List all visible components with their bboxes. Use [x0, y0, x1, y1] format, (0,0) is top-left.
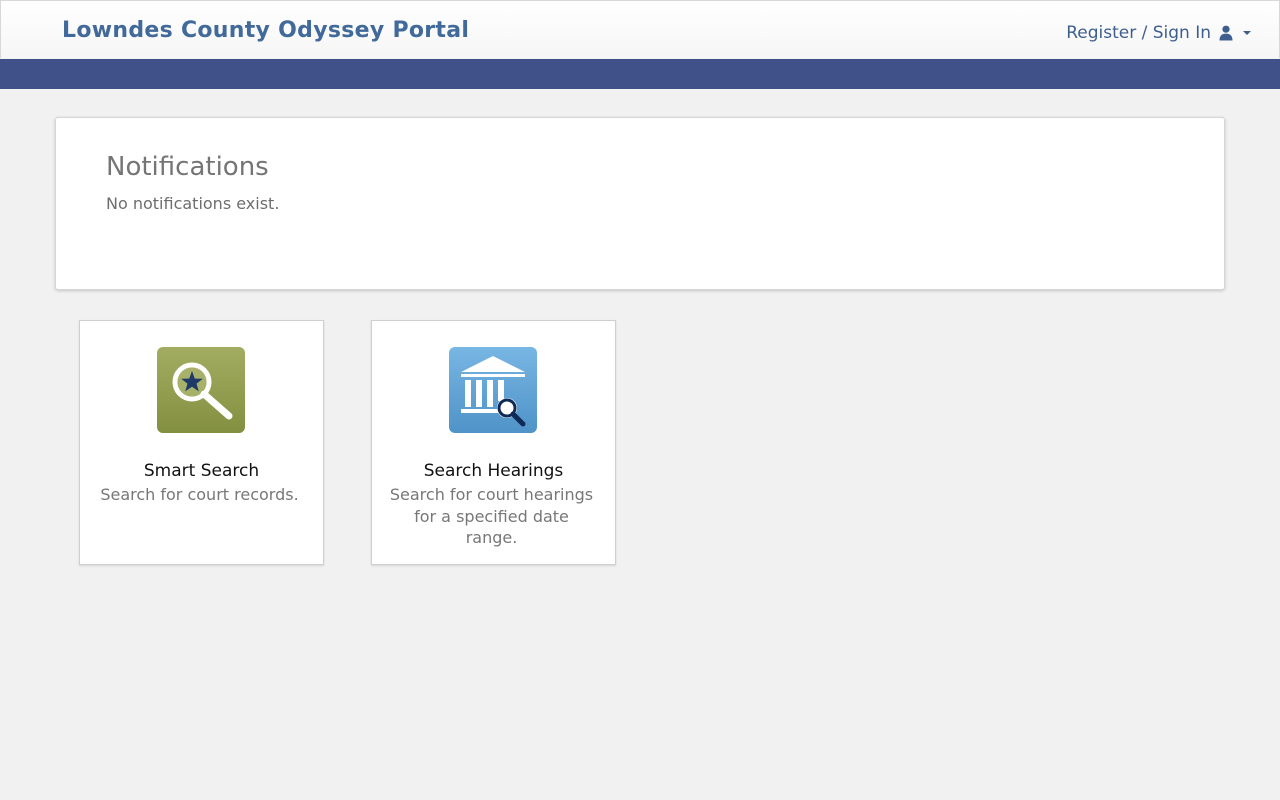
courthouse-search-icon — [449, 347, 537, 433]
notifications-message: No notifications exist. — [106, 194, 280, 213]
notifications-heading: Notifications — [106, 152, 269, 182]
user-icon — [1219, 25, 1233, 41]
notifications-panel: Notifications No notifications exist. — [55, 117, 1225, 290]
caret-down-icon — [1243, 31, 1251, 35]
nav-band — [0, 59, 1280, 89]
search-hearings-title: Search Hearings — [423, 461, 564, 481]
magnifier-star-icon — [157, 347, 245, 433]
smart-search-title: Smart Search — [143, 461, 260, 481]
signin-label: Register / Sign In — [1066, 23, 1211, 43]
smart-search-description: Search for court records. — [100, 485, 299, 504]
register-signin-dropdown[interactable]: Register / Sign In — [1066, 23, 1251, 43]
top-bar: Lowndes County Odyssey Portal Register /… — [0, 0, 1280, 58]
smart-search-tile[interactable]: Smart Search Search for court records. — [79, 320, 324, 565]
search-hearings-description: Search for court hearings for a specifie… — [389, 485, 594, 547]
portal-title-link[interactable]: Lowndes County Odyssey Portal — [62, 18, 469, 43]
search-hearings-tile[interactable]: Search Hearings Search for court hearing… — [371, 320, 616, 565]
